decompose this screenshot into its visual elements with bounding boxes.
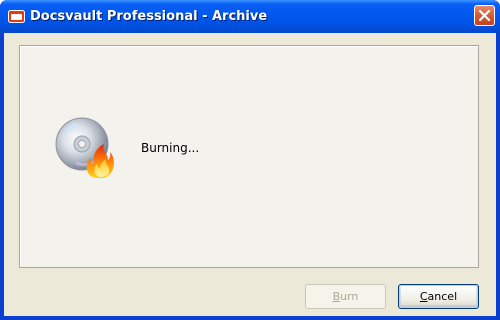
- cancel-label-rest: ancel: [427, 290, 458, 303]
- burn-button[interactable]: Burn: [305, 284, 386, 309]
- title-bar[interactable]: Docsvault Professional - Archive: [0, 0, 500, 33]
- cd-burning-icon: [55, 117, 114, 178]
- progress-panel: Burning...: [19, 45, 479, 268]
- burn-label-rest: urn: [340, 290, 359, 303]
- close-icon: [478, 9, 491, 22]
- close-button[interactable]: [474, 5, 495, 26]
- cancel-accel-key: C: [419, 290, 428, 303]
- dialog-window: Docsvault Professional - Archive Burning…: [0, 0, 500, 320]
- app-folder-icon: [8, 10, 25, 23]
- window-title: Docsvault Professional - Archive: [30, 9, 268, 24]
- status-text: Burning...: [141, 141, 200, 155]
- burn-accel-key: B: [332, 290, 341, 303]
- cancel-button[interactable]: Cancel: [398, 284, 479, 309]
- dialog-client-area: Burning... Burn Cancel: [4, 33, 496, 316]
